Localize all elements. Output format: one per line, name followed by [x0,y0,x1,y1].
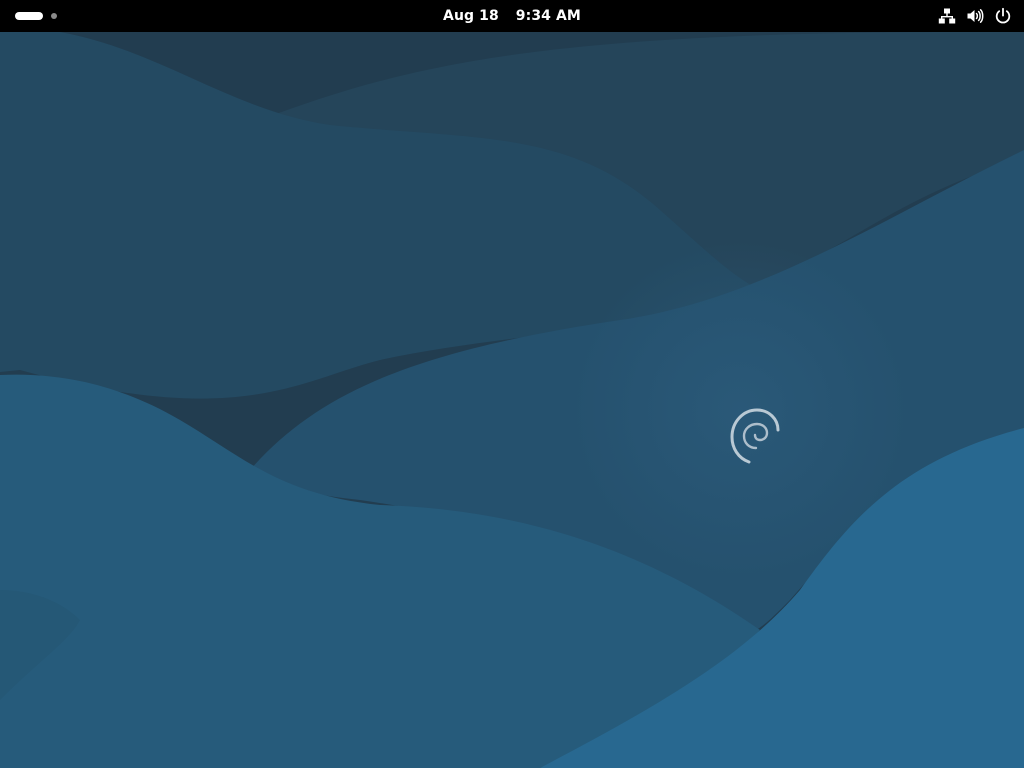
clock-date: Aug 18 [443,8,499,24]
clock-time: 9:34 AM [515,8,581,24]
system-status-menu[interactable] [928,4,1012,28]
top-bar: Aug 18 9:34 AM [0,0,1024,32]
debian-swirl-icon [730,408,780,464]
desktop: Aug 18 9:34 AM [0,0,1024,768]
date-time-menu[interactable]: Aug 18 9:34 AM [442,4,582,28]
workspace-indicator-inactive [51,13,57,19]
activities-button[interactable] [10,4,62,28]
volume-icon [966,7,984,25]
desktop-wallpaper [0,0,1024,768]
workspace-indicator-active [15,12,43,20]
network-wired-icon [938,7,956,25]
power-icon [994,7,1012,25]
